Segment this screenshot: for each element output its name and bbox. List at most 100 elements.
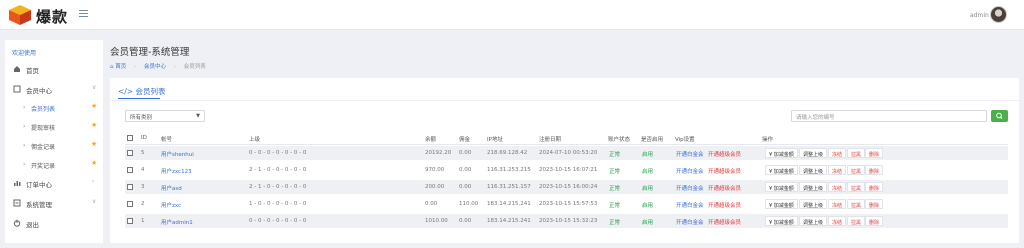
delete-button[interactable]: 删除 bbox=[865, 199, 884, 209]
delete-button[interactable]: 删除 bbox=[865, 165, 884, 175]
blacklist-button[interactable]: 拉黑 bbox=[847, 199, 866, 209]
table-row: 1 用户admin1 0 - 0 - 0 - 0 - 0 - 0 - 0 1010.0… bbox=[125, 214, 1008, 229]
freeze-button[interactable]: 冻结 bbox=[828, 199, 847, 209]
row-balance: 20192.20 bbox=[425, 150, 452, 156]
breadcrumb: ⌂ 首页 › 会员中心 › 会员列表 bbox=[110, 64, 206, 70]
admin-name[interactable]: admin bbox=[970, 12, 989, 19]
sidebar-item-label: 退出 bbox=[26, 221, 39, 229]
row-account-link[interactable]: 用户asd bbox=[161, 184, 182, 192]
chevron-right-icon: › bbox=[23, 161, 26, 168]
star-icon: ★ bbox=[91, 121, 98, 129]
vip-super-link[interactable]: 开通超级会员 bbox=[708, 167, 741, 175]
delete-button[interactable]: 删除 bbox=[865, 216, 884, 226]
sidebar-item-label: 会员中心 bbox=[26, 87, 52, 95]
vip-super-link[interactable]: 开通超级会员 bbox=[708, 184, 741, 192]
sidebar-subitem-lottery-log[interactable]: › 开奖记录 ★ bbox=[5, 158, 103, 172]
freeze-button[interactable]: 冻结 bbox=[828, 148, 847, 158]
blacklist-button[interactable]: 拉黑 bbox=[847, 182, 866, 192]
table-row: 3 用户asd 2 - 1 - 0 - 0 - 0 - 0 - 0 200.00 0.0… bbox=[125, 180, 1008, 195]
adjust-balance-button[interactable]: ¥ 加减金额 bbox=[765, 182, 798, 192]
table-row: 4 用户zxc123 2 - 1 - 0 - 0 - 0 - 0 - 0 970.00… bbox=[125, 163, 1008, 178]
row-balance: 200.00 bbox=[425, 184, 445, 190]
row-account-link[interactable]: 用户zxc bbox=[161, 201, 181, 209]
row-date: 2023-10-15 15:32:23 bbox=[539, 218, 598, 224]
star-icon: ★ bbox=[91, 140, 98, 148]
row-ip: 116.31.253.215 bbox=[487, 167, 531, 173]
search-input[interactable]: 请输入您的编号 bbox=[791, 110, 987, 122]
vip-gold-link[interactable]: 开通白金会 bbox=[676, 167, 704, 175]
row-balance: 1010.00 bbox=[425, 218, 448, 224]
star-icon: ★ bbox=[91, 102, 98, 110]
vip-gold-link[interactable]: 开通白金会 bbox=[676, 184, 704, 192]
adjust-balance-button[interactable]: ¥ 加减金额 bbox=[765, 199, 798, 209]
member-list-card: </> 会员列表 所有类别 ▼ 请输入您的编号 ID 帐号 上级 余额 佣金 I… bbox=[110, 78, 1019, 243]
row-enabled[interactable]: 启用 bbox=[642, 184, 653, 192]
row-account-link[interactable]: 用户zxc123 bbox=[161, 167, 192, 175]
sidebar-item-home[interactable]: 首页 bbox=[5, 62, 103, 76]
table-row: 5 用户shenhui 0 - 0 - 0 - 0 - 0 - 0 - 0 20192… bbox=[125, 146, 1008, 161]
page-title: 会员管理-系统管理 bbox=[110, 47, 190, 58]
star-icon: ★ bbox=[91, 159, 98, 167]
sidebar-subitem-commission-log[interactable]: › 佣金记录 ★ bbox=[5, 139, 103, 153]
blacklist-button[interactable]: 拉黑 bbox=[847, 165, 866, 175]
change-parent-button[interactable]: 调整上级 bbox=[799, 148, 828, 158]
vip-super-link[interactable]: 开通超级会员 bbox=[708, 150, 741, 158]
row-enabled[interactable]: 启用 bbox=[642, 201, 653, 209]
menu-toggle-icon[interactable] bbox=[79, 10, 88, 18]
vip-gold-link[interactable]: 开通白金会 bbox=[676, 150, 704, 158]
search-button[interactable] bbox=[991, 110, 1008, 122]
blacklist-button[interactable]: 拉黑 bbox=[847, 148, 866, 158]
blacklist-button[interactable]: 拉黑 bbox=[847, 216, 866, 226]
change-parent-button[interactable]: 调整上级 bbox=[799, 216, 828, 226]
adjust-balance-button[interactable]: ¥ 加减金额 bbox=[765, 216, 798, 226]
freeze-button[interactable]: 冻结 bbox=[828, 165, 847, 175]
category-select[interactable]: 所有类别 ▼ bbox=[125, 110, 205, 122]
vip-gold-link[interactable]: 开通白金会 bbox=[676, 218, 704, 226]
sidebar-subitem-withdraw-review[interactable]: › 提现审核 ★ bbox=[5, 120, 103, 134]
select-all-checkbox[interactable] bbox=[127, 135, 133, 141]
caret-down-icon: ▼ bbox=[196, 113, 200, 119]
sidebar-subitem-member-list[interactable]: › 会员列表 ★ bbox=[5, 101, 103, 115]
change-parent-button[interactable]: 调整上级 bbox=[799, 182, 828, 192]
vip-gold-link[interactable]: 开通白金会 bbox=[676, 201, 704, 209]
freeze-button[interactable]: 冻结 bbox=[828, 216, 847, 226]
change-parent-button[interactable]: 调整上级 bbox=[799, 165, 828, 175]
row-enabled[interactable]: 启用 bbox=[642, 150, 653, 158]
delete-button[interactable]: 删除 bbox=[865, 148, 884, 158]
change-parent-button[interactable]: 调整上级 bbox=[799, 199, 828, 209]
row-checkbox[interactable] bbox=[127, 150, 133, 156]
row-commission: 0.00 bbox=[459, 167, 472, 173]
sidebar-item-logout[interactable]: 退出 bbox=[5, 216, 103, 230]
vip-super-link[interactable]: 开通超级会员 bbox=[708, 201, 741, 209]
row-account-link[interactable]: 用户shenhui bbox=[161, 150, 194, 158]
logo-cube-icon bbox=[9, 5, 31, 25]
row-status: 正常 bbox=[609, 186, 621, 192]
breadcrumb-home[interactable]: ⌂ 首页 bbox=[110, 64, 126, 70]
row-checkbox[interactable] bbox=[127, 184, 133, 190]
avatar[interactable] bbox=[990, 6, 1007, 23]
row-id: 4 bbox=[141, 167, 145, 173]
freeze-button[interactable]: 冻结 bbox=[828, 182, 847, 192]
row-enabled[interactable]: 启用 bbox=[642, 167, 653, 175]
row-checkbox[interactable] bbox=[127, 218, 133, 224]
sidebar-item-label: 订单中心 bbox=[26, 181, 52, 189]
row-parent: 2 - 1 - 0 - 0 - 0 - 0 - 0 bbox=[249, 167, 307, 173]
adjust-balance-button[interactable]: ¥ 加减金额 bbox=[765, 165, 798, 175]
sidebar-item-order-center[interactable]: 订单中心 › bbox=[5, 176, 103, 190]
brand-name: 爆款 bbox=[36, 8, 69, 26]
row-checkbox[interactable] bbox=[127, 167, 133, 173]
breadcrumb-member-center[interactable]: 会员中心 bbox=[144, 64, 166, 70]
row-commission: 0.00 bbox=[459, 184, 472, 190]
adjust-balance-button[interactable]: ¥ 加减金额 bbox=[765, 148, 798, 158]
sidebar-item-label: 首页 bbox=[26, 67, 39, 75]
top-bar: 爆款 admin bbox=[0, 0, 1024, 30]
sidebar-item-member-center[interactable]: 会员中心 ∨ bbox=[5, 82, 103, 96]
delete-button[interactable]: 删除 bbox=[865, 182, 884, 192]
row-date: 2023-10-15 15:57:53 bbox=[539, 201, 598, 207]
row-account-link[interactable]: 用户admin1 bbox=[161, 218, 193, 226]
sidebar-item-system[interactable]: 系统管理 ∨ bbox=[5, 196, 103, 210]
row-ip: 218.69.128.42 bbox=[487, 150, 528, 156]
vip-super-link[interactable]: 开通超级会员 bbox=[708, 218, 741, 226]
row-checkbox[interactable] bbox=[127, 201, 133, 207]
row-enabled[interactable]: 启用 bbox=[642, 218, 653, 226]
